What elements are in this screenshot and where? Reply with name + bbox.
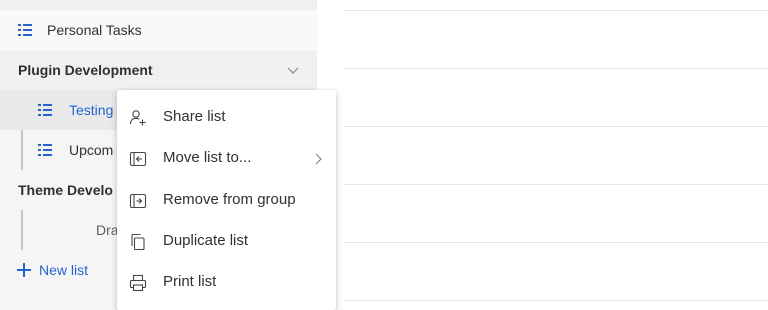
plus-icon <box>17 263 31 277</box>
list-icon <box>18 24 32 36</box>
task-list-area <box>317 0 768 310</box>
menu-item-label: Remove from group <box>163 191 296 208</box>
row-divider <box>344 184 768 185</box>
menu-item-share-list[interactable]: Share list <box>117 97 336 138</box>
menu-item-move-list[interactable]: Move list to... <box>117 138 336 179</box>
group-header-plugin-development[interactable]: Plugin Development <box>0 50 317 90</box>
list-icon <box>38 144 52 156</box>
duplicate-icon <box>129 233 147 251</box>
menu-item-label: Print list <box>163 273 217 290</box>
context-menu: Share list Move list to... Remove from g… <box>117 90 336 310</box>
remove-from-group-icon <box>129 192 147 210</box>
row-divider <box>344 10 768 11</box>
menu-item-label: Move list to... <box>163 149 252 166</box>
sidebar-item-label: Upcom <box>69 142 114 158</box>
chevron-down-icon[interactable] <box>287 65 299 75</box>
group-label: Theme Develo <box>18 182 113 198</box>
share-person-icon <box>129 109 147 127</box>
printer-icon <box>129 274 147 292</box>
menu-item-label: Share list <box>163 108 226 125</box>
sidebar-item-personal-tasks[interactable]: Personal Tasks <box>0 10 317 50</box>
sidebar-item-label: Personal Tasks <box>47 22 142 38</box>
sidebar-item-label: Testing <box>69 102 114 118</box>
menu-item-print-list[interactable]: Print list <box>117 262 336 303</box>
sidebar-item-label: Dra <box>96 222 119 238</box>
list-icon <box>38 104 52 116</box>
new-list-label: New list <box>39 262 89 278</box>
menu-item-label: Duplicate list <box>163 232 249 249</box>
row-divider <box>344 68 768 69</box>
menu-item-remove-from-group[interactable]: Remove from group <box>117 180 336 221</box>
row-divider <box>344 242 768 243</box>
chevron-right-icon <box>314 152 324 165</box>
menu-item-duplicate-list[interactable]: Duplicate list <box>117 221 336 262</box>
row-divider <box>344 126 768 127</box>
sidebar-top-strip <box>0 0 317 10</box>
row-divider <box>344 300 768 301</box>
group-label: Plugin Development <box>18 62 153 78</box>
move-list-icon <box>129 150 147 168</box>
